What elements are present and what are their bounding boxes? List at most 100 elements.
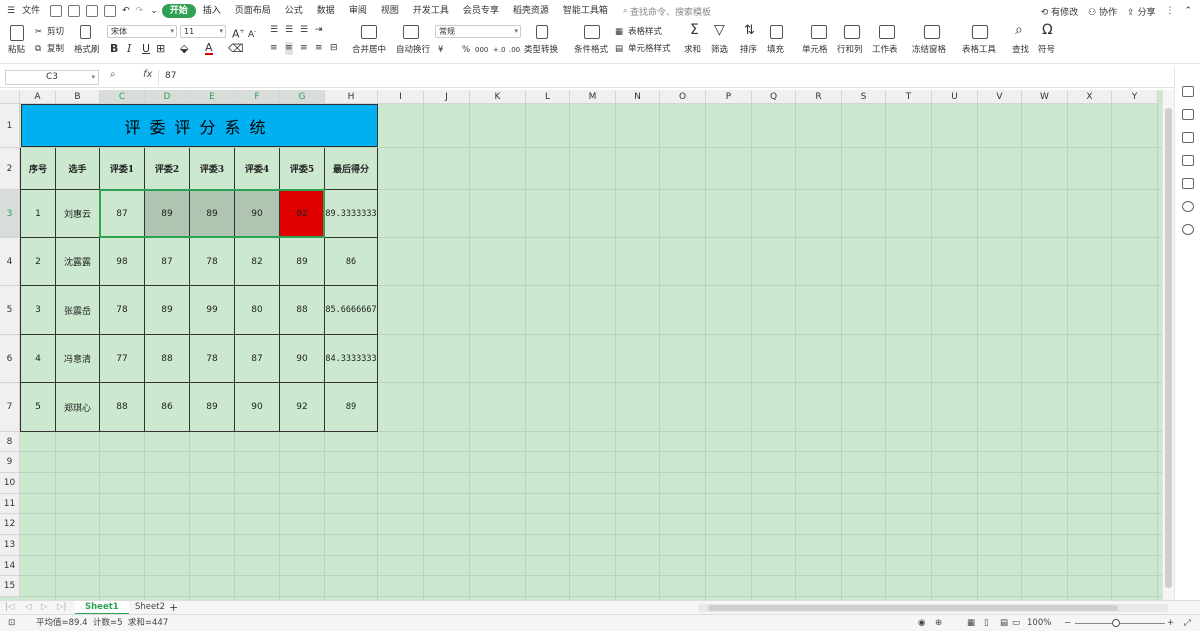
column-header-x[interactable]: X bbox=[1068, 90, 1112, 104]
table-header-cell[interactable]: 评委3 bbox=[190, 148, 235, 190]
paste-icon[interactable] bbox=[10, 25, 24, 41]
table-tools-button[interactable]: 表格工具 bbox=[962, 44, 996, 56]
table-cell[interactable]: 87 bbox=[100, 190, 145, 238]
table-cell[interactable]: 89 bbox=[145, 190, 190, 238]
table-style-icon[interactable]: ▦ bbox=[615, 26, 623, 38]
percent-button[interactable]: % bbox=[462, 44, 470, 56]
wrap-text-button[interactable]: 自动换行 bbox=[396, 44, 430, 56]
border-icon[interactable]: ⊞ bbox=[156, 42, 165, 55]
prev-sheet-icon[interactable]: ◁ bbox=[22, 601, 35, 615]
table-header-cell[interactable]: 最后得分 bbox=[325, 148, 378, 190]
sum-button[interactable]: 求和 bbox=[684, 44, 701, 56]
column-header-h[interactable]: H bbox=[325, 90, 378, 104]
save-icon[interactable] bbox=[50, 5, 63, 17]
wrap-text-icon[interactable] bbox=[403, 25, 419, 39]
table-cell[interactable]: 90 bbox=[235, 383, 280, 432]
type-convert-icon[interactable] bbox=[536, 25, 548, 39]
table-cell[interactable]: 1 bbox=[20, 190, 56, 238]
table-tools-icon[interactable] bbox=[972, 25, 988, 39]
copy-button[interactable]: 复制 bbox=[47, 43, 64, 55]
align-middle-icon[interactable]: ☰ bbox=[285, 24, 293, 37]
worksheet-icon[interactable] bbox=[879, 25, 895, 39]
collaborate-button[interactable]: ⚇ 协作 bbox=[1088, 5, 1117, 18]
column-header-p[interactable]: P bbox=[706, 90, 752, 104]
bold-button[interactable]: B bbox=[110, 42, 118, 55]
align-center-icon[interactable]: ≡ bbox=[285, 42, 293, 55]
zoom-out-icon[interactable]: − bbox=[1064, 615, 1071, 631]
column-header-r[interactable]: R bbox=[796, 90, 842, 104]
table-header-cell[interactable]: 选手 bbox=[56, 148, 100, 190]
decrease-font-icon[interactable]: A- bbox=[248, 25, 256, 42]
menu-tab-9[interactable]: 稻壳资源 bbox=[506, 0, 556, 22]
table-cell[interactable]: 84.3333333 bbox=[325, 335, 378, 383]
cell-style-button[interactable]: 单元格样式 bbox=[628, 43, 671, 55]
cut-button[interactable]: 剪切 bbox=[47, 26, 64, 38]
fill-color-icon[interactable]: ⬙ bbox=[180, 42, 188, 55]
table-cell[interactable]: 郑琪心 bbox=[56, 383, 100, 432]
column-header-c[interactable]: C bbox=[100, 90, 145, 104]
symbol-button[interactable]: 符号 bbox=[1038, 44, 1055, 56]
row-header-11[interactable]: 11 bbox=[0, 494, 20, 514]
sheet-title-cell[interactable]: 评委评分系统 bbox=[21, 104, 378, 147]
merge-center-button[interactable]: 合并居中 bbox=[352, 44, 386, 56]
increase-font-icon[interactable]: A+ bbox=[232, 25, 245, 41]
cell-style-icon[interactable]: ▤ bbox=[615, 43, 623, 55]
italic-button[interactable]: I bbox=[127, 42, 131, 55]
export-pdf-icon[interactable] bbox=[68, 5, 81, 17]
table-cell[interactable]: 刘惠云 bbox=[56, 190, 100, 238]
formula-input[interactable] bbox=[158, 70, 1168, 85]
row-header-9[interactable]: 9 bbox=[0, 452, 20, 473]
column-header-m[interactable]: M bbox=[570, 90, 616, 104]
select-icon[interactable] bbox=[1182, 109, 1194, 120]
menu-tab-0[interactable]: 开始 bbox=[161, 4, 196, 18]
fill-button[interactable]: 填充 bbox=[767, 44, 784, 56]
help-icon[interactable] bbox=[1182, 224, 1194, 235]
column-header-d[interactable]: D bbox=[145, 90, 190, 104]
font-color-button[interactable]: A bbox=[205, 42, 213, 55]
table-cell[interactable]: 86 bbox=[325, 238, 378, 286]
row-header-5[interactable]: 5 bbox=[0, 286, 20, 335]
conditional-format-icon[interactable] bbox=[584, 25, 600, 39]
column-header-t[interactable]: T bbox=[886, 90, 932, 104]
row-header-10[interactable]: 10 bbox=[0, 473, 20, 494]
rows-cols-button[interactable]: 行和列 bbox=[837, 44, 863, 56]
sort-button[interactable]: 排序 bbox=[740, 44, 757, 56]
table-header-cell[interactable]: 评委1 bbox=[100, 148, 145, 190]
table-cell[interactable]: 冯意清 bbox=[56, 335, 100, 383]
table-cell[interactable]: 89 bbox=[190, 383, 235, 432]
table-cell[interactable]: 88 bbox=[100, 383, 145, 432]
table-cell[interactable]: 89.3333333 bbox=[325, 190, 378, 238]
menu-tab-5[interactable]: 审阅 bbox=[342, 0, 374, 22]
vertical-scroll-thumb[interactable] bbox=[1165, 108, 1172, 588]
conditional-format-button[interactable]: 条件格式 bbox=[574, 44, 608, 56]
table-cell[interactable]: 沈露露 bbox=[56, 238, 100, 286]
table-header-cell[interactable]: 评委4 bbox=[235, 148, 280, 190]
normal-view-icon[interactable]: ▦ bbox=[967, 615, 975, 631]
backup-icon[interactable] bbox=[1182, 155, 1194, 166]
menu-icon[interactable]: ☰ bbox=[0, 0, 22, 22]
worksheet-grid[interactable]: A B C D E F G H I J K L M N O P Q R S T U V W X Y 1 2 3 4 5 6 7 8 9 10 11 12… bbox=[0, 90, 1162, 600]
column-header-q[interactable]: Q bbox=[752, 90, 796, 104]
menu-tab-10[interactable]: 智能工具箱 bbox=[556, 0, 615, 22]
fill-icon[interactable] bbox=[770, 25, 783, 39]
property-icon[interactable] bbox=[1182, 132, 1194, 143]
decrease-decimal-button[interactable]: .00 bbox=[509, 44, 520, 56]
paste-button[interactable]: 粘贴 bbox=[8, 44, 25, 56]
row-header-1[interactable]: 1 bbox=[0, 104, 20, 148]
row-header-6[interactable]: 6 bbox=[0, 335, 20, 383]
column-header-b[interactable]: B bbox=[56, 90, 100, 104]
row-header-12[interactable]: 12 bbox=[0, 514, 20, 535]
copy-icon[interactable]: ⧉ bbox=[35, 43, 41, 55]
underline-button[interactable]: U bbox=[142, 42, 150, 55]
menu-tab-4[interactable]: 数据 bbox=[310, 0, 342, 22]
cells-button[interactable]: 单元格 bbox=[802, 44, 828, 56]
row-header-4[interactable]: 4 bbox=[0, 238, 20, 286]
column-header-i[interactable]: I bbox=[378, 90, 424, 104]
horizontal-scroll-thumb[interactable] bbox=[708, 605, 1118, 611]
table-cell[interactable]: 80 bbox=[235, 286, 280, 335]
zoom-level[interactable]: 100% bbox=[1027, 615, 1051, 631]
table-style-button[interactable]: 表格样式 bbox=[628, 26, 662, 38]
find-button[interactable]: 查找 bbox=[1012, 44, 1029, 56]
table-cell[interactable]: 87 bbox=[145, 238, 190, 286]
table-cell[interactable]: 92 bbox=[280, 190, 325, 238]
